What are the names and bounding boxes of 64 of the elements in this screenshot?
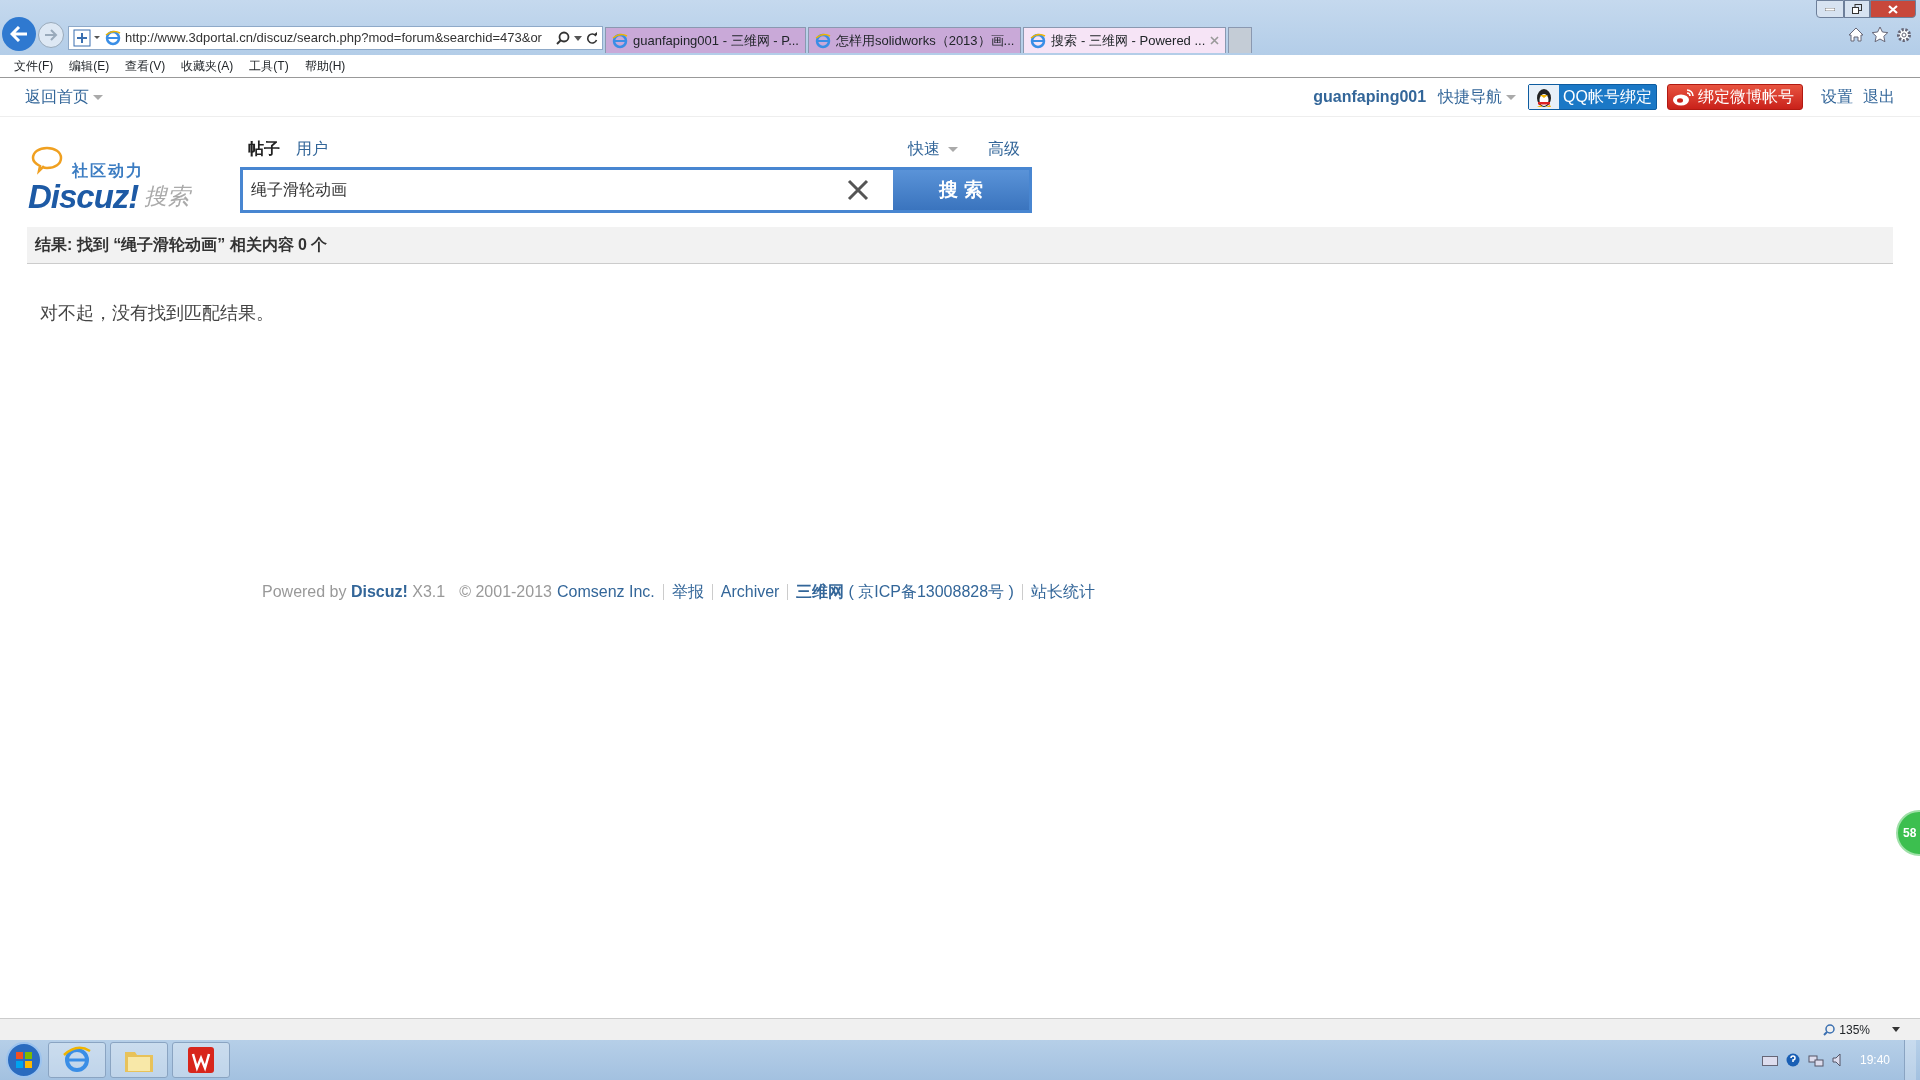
menu-item[interactable]: 文件(F) xyxy=(6,57,62,75)
logo-subtitle: 搜索 xyxy=(144,181,191,211)
copyright-text: © 2001-2013 xyxy=(459,582,552,602)
globe-icon xyxy=(63,1046,91,1074)
weibo-icon xyxy=(1672,88,1694,106)
minimize-icon xyxy=(1825,7,1835,11)
zoom-level[interactable]: 135% xyxy=(1839,1020,1870,1039)
weibo-bind-button[interactable]: 绑定微博帐号 xyxy=(1667,84,1803,110)
close-icon xyxy=(1888,4,1898,14)
zoom-icon xyxy=(1823,1023,1836,1036)
penguin-icon xyxy=(1535,86,1554,108)
nav-link[interactable]: 退出 xyxy=(1863,85,1895,109)
network-icon[interactable] xyxy=(1807,1053,1824,1067)
qq-bind-button[interactable]: QQ帐号绑定 xyxy=(1528,84,1657,110)
restore-icon xyxy=(1852,4,1862,14)
restore-button[interactable] xyxy=(1844,0,1870,18)
search-type-tab[interactable]: 用户 xyxy=(288,137,336,161)
browser-tab[interactable]: 搜索 - 三维网 - Powered ... xyxy=(1023,27,1227,53)
icp-link[interactable]: ( 京ICP备13008828号 ) xyxy=(848,580,1014,604)
stats-link[interactable]: 站长统计 xyxy=(1030,580,1095,604)
taskbar-button[interactable] xyxy=(172,1042,230,1078)
nav-link[interactable]: 设置 xyxy=(1821,85,1853,109)
menu-item[interactable]: 收藏夹(A) xyxy=(173,57,242,75)
back-button[interactable] xyxy=(2,17,36,51)
url-text: http://www.3dportal.cn/discuz/search.php?mod=forum&searchid=473&or xyxy=(125,29,543,48)
search-type-tab[interactable]: 帖子 xyxy=(240,137,288,161)
help-icon[interactable] xyxy=(1785,1053,1800,1067)
forward-arrow-icon xyxy=(44,29,58,41)
back-arrow-icon xyxy=(10,26,28,42)
address-bar[interactable]: http://www.3dportal.cn/discuz/search.php?mod=forum&searchid=473&or xyxy=(68,26,603,50)
browser-tab[interactable]: guanfaping001 - 三维网 - P... xyxy=(605,27,806,53)
start-icon[interactable] xyxy=(4,1041,44,1079)
company-link[interactable]: Comsenz Inc. xyxy=(556,580,655,604)
menu-item[interactable]: 工具(T) xyxy=(241,57,297,75)
no-results-message: 对不起，没有找到匹配结果。 xyxy=(40,302,275,325)
browser-tab[interactable]: 怎样用solidworks（2013）画... xyxy=(807,27,1022,53)
footer-link[interactable]: 举报 xyxy=(671,580,704,604)
keyboard-icon[interactable] xyxy=(1761,1054,1778,1066)
advanced-search-link[interactable]: 高级 xyxy=(980,137,1028,161)
star-icon[interactable] xyxy=(1872,27,1888,42)
app-icon xyxy=(187,1046,215,1074)
search-icon[interactable] xyxy=(556,31,570,45)
quick-search-link[interactable]: 快速 xyxy=(900,137,948,161)
powered-by-text: Powered by Discuz! X3.1 xyxy=(262,582,446,602)
username-link[interactable]: guanfaping001 xyxy=(1313,85,1427,109)
caret-icon xyxy=(1506,94,1517,100)
close-button[interactable] xyxy=(1870,0,1916,18)
home-link[interactable]: 返回首页 xyxy=(25,85,89,109)
quick-nav-link[interactable]: 快捷导航 xyxy=(1438,85,1503,109)
site-link[interactable]: 三维网 xyxy=(796,580,845,604)
logo-tagline: 社区动力 xyxy=(72,160,144,181)
dropdown-arrow-icon[interactable] xyxy=(1892,1027,1900,1032)
menu-item[interactable]: 帮助(H) xyxy=(296,57,354,75)
home-icon[interactable] xyxy=(1848,27,1864,42)
logo-text: Discuz! xyxy=(28,180,139,213)
menu-item[interactable]: 查看(V) xyxy=(117,57,174,75)
menu-item[interactable]: 编辑(E) xyxy=(61,57,118,75)
caret-icon xyxy=(93,94,103,100)
dropdown-arrow-icon[interactable] xyxy=(574,35,582,41)
settings-icon[interactable] xyxy=(1896,27,1912,43)
results-summary: 结果: 找到 “绳子滑轮动画” 相关内容 0 个 xyxy=(35,235,328,255)
footer-link[interactable]: Archiver xyxy=(720,580,780,604)
caret-icon xyxy=(948,146,958,152)
refresh-icon[interactable] xyxy=(586,32,598,44)
